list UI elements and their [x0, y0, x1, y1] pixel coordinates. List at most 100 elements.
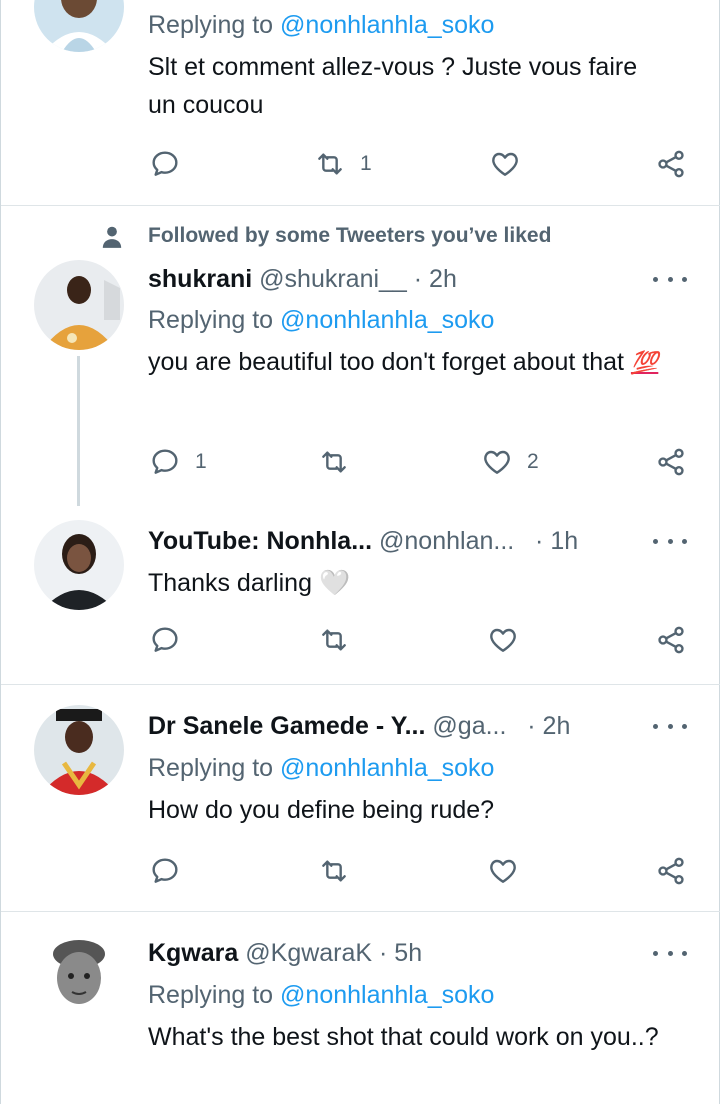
more-button[interactable]	[653, 719, 687, 733]
tweet-text: How do you define being rude?	[148, 796, 495, 824]
more-dot	[682, 276, 687, 282]
retweet-button[interactable]	[318, 855, 364, 887]
tweet-text-content: you are beautiful too don't forget about…	[148, 348, 624, 376]
replying-to-label: Replying to	[148, 754, 274, 782]
tweet-3[interactable]: YouTube: Nonhla... @nonhlan... · 1h Than…	[1, 506, 720, 684]
more-dot	[682, 538, 687, 544]
more-dot	[667, 276, 673, 282]
tweet-5[interactable]: Kgwara @KgwaraK · 5h Replying to @nonhla…	[1, 912, 720, 1104]
retweet-button[interactable]	[318, 446, 364, 478]
share-icon	[658, 150, 684, 178]
replying-to-label: Replying to	[148, 981, 274, 1009]
avatar-image	[34, 0, 124, 52]
reply-button[interactable]	[149, 624, 195, 656]
more-dot	[667, 723, 673, 729]
tweet-text: Thanks darling 🤍	[148, 564, 668, 602]
reply-icon	[152, 858, 178, 883]
share-icon	[658, 448, 684, 476]
reply-handle-link[interactable]: @nonhlanhla_soko	[280, 754, 494, 782]
like-icon	[484, 450, 510, 474]
avatar[interactable]	[34, 520, 124, 610]
avatar-image	[34, 520, 124, 610]
like-button[interactable]	[489, 148, 535, 180]
share-icon	[658, 857, 684, 885]
retweet-button[interactable]: 1	[314, 148, 372, 180]
like-icon	[490, 628, 516, 652]
reply-handle-link[interactable]: @nonhlanhla_soko	[280, 11, 494, 39]
avatar-image	[34, 705, 124, 795]
retweet-icon	[318, 153, 342, 175]
tweet-header: shukrani @shukrani__ · 2h	[148, 264, 457, 294]
more-dot	[653, 950, 658, 956]
author-meta[interactable]: @nonhlan... · 1h	[379, 527, 578, 555]
tweet-header: Dr Sanele Gamede - Y... @ga... · 2h	[148, 711, 570, 741]
reply-icon	[152, 449, 178, 474]
more-dot	[653, 538, 658, 544]
more-dot	[667, 538, 673, 544]
more-button[interactable]	[653, 272, 687, 286]
replying-to-label: Replying to	[148, 11, 274, 39]
reply-button[interactable]: 1	[149, 446, 207, 478]
tweet-text: you are beautiful too don't forget about…	[148, 343, 668, 382]
share-button[interactable]	[655, 446, 687, 478]
reply-button[interactable]	[149, 148, 195, 180]
reply-handle-link[interactable]: @nonhlanhla_soko	[280, 306, 494, 334]
thread-line	[77, 356, 80, 506]
person-icon	[102, 226, 122, 248]
author-meta[interactable]: @ga... · 2h	[432, 712, 570, 740]
retweet-count: 1	[360, 152, 372, 175]
author-name[interactable]: shukrani	[148, 265, 252, 293]
author-meta[interactable]: @KgwaraK · 5h	[245, 939, 422, 967]
author-name[interactable]: YouTube: Nonhla...	[148, 527, 372, 555]
reply-context: Replying to @nonhlanhla_soko	[148, 305, 494, 335]
reply-context: Replying to @nonhlanhla_soko	[148, 753, 494, 783]
more-dot	[682, 723, 687, 729]
like-count: 2	[527, 450, 539, 473]
more-dot	[682, 950, 687, 956]
like-button[interactable]: 2	[481, 446, 539, 478]
more-dot	[667, 950, 673, 956]
avatar[interactable]	[34, 705, 124, 795]
more-button[interactable]	[653, 946, 687, 960]
share-button[interactable]	[655, 855, 687, 887]
share-icon	[658, 626, 684, 654]
tweet-text-content: Thanks darling	[148, 569, 312, 597]
retweet-icon	[322, 629, 346, 651]
retweet-button[interactable]	[318, 624, 364, 656]
like-icon	[490, 859, 516, 883]
tweet-header: Kgwara @KgwaraK · 5h	[148, 938, 422, 968]
like-icon	[492, 152, 518, 176]
more-button[interactable]	[653, 534, 687, 548]
avatar-image	[34, 932, 124, 1022]
author-name[interactable]: Kgwara	[148, 939, 238, 967]
reply-icon	[152, 627, 178, 652]
retweet-icon	[322, 451, 346, 473]
reply-context: Replying to @nonhlanhla_soko	[148, 980, 494, 1010]
author-name[interactable]: Dr Sanele Gamede - Y...	[148, 712, 425, 740]
share-button[interactable]	[655, 148, 687, 180]
like-button[interactable]	[487, 624, 533, 656]
reply-button[interactable]	[149, 855, 195, 887]
tweet-text: What's the best shot that could work on …	[148, 1023, 659, 1051]
avatar[interactable]	[34, 0, 124, 52]
avatar-image	[34, 260, 124, 350]
tweet-1[interactable]: Replying to @nonhlanhla_soko Slt et comm…	[1, 0, 720, 205]
tweet-text: Slt et comment allez-vous ? Juste vous f…	[148, 53, 638, 119]
timeline: Replying to @nonhlanhla_soko Slt et comm…	[0, 0, 720, 1104]
more-dot	[653, 723, 658, 729]
tweet-4[interactable]: Dr Sanele Gamede - Y... @ga... · 2h Repl…	[1, 685, 720, 911]
hundred-points-emoji: 💯	[630, 350, 659, 375]
reply-count: 1	[195, 450, 207, 473]
avatar[interactable]	[34, 932, 124, 1022]
tweet-2[interactable]: Followed by some Tweeters you’ve liked s…	[1, 206, 720, 506]
reply-handle-link[interactable]: @nonhlanhla_soko	[280, 981, 494, 1009]
reply-context: Replying to @nonhlanhla_soko	[148, 10, 494, 40]
retweet-icon	[322, 860, 346, 882]
white-heart-emoji: 🤍	[318, 569, 351, 597]
more-dot	[653, 276, 658, 282]
like-button[interactable]	[487, 855, 533, 887]
share-button[interactable]	[655, 624, 687, 656]
avatar[interactable]	[34, 260, 124, 350]
author-meta[interactable]: @shukrani__ · 2h	[259, 265, 457, 293]
social-context: Followed by some Tweeters you’ve liked	[148, 224, 552, 247]
